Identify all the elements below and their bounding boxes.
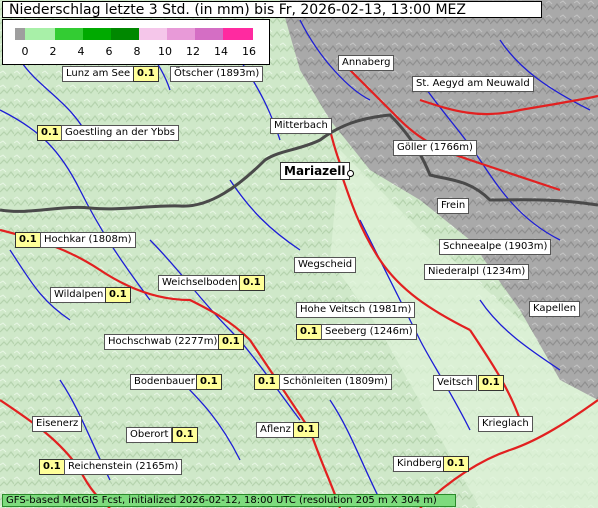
legend-tick: 0 (21, 45, 29, 58)
precip-value-seeberg: 0.1 (296, 324, 322, 340)
map-title: Niederschlag letzte 3 Std. (in mm) bis F… (2, 1, 542, 18)
place-label-st-aegyd: St. Aegyd am Neuwald (412, 76, 534, 92)
place-label-weichselboden: Weichselboden (158, 275, 242, 291)
precip-value-aflenz: 0.1 (293, 422, 319, 438)
precip-value-goestling: 0.1 (37, 125, 63, 141)
legend-tick: 4 (77, 45, 85, 58)
place-label-hochkar: Hochkar (1808m) (40, 232, 136, 248)
place-label-veitsch: Veitsch (433, 375, 477, 391)
place-label-hohe-veitsch: Hohe Veitsch (1981m) (296, 302, 416, 318)
place-label-seeberg: Seeberg (1246m) (321, 324, 417, 340)
precip-value-schoenleiten: 0.1 (254, 374, 280, 390)
place-label-kindberg: Kindberg (393, 456, 446, 472)
precip-value-hochschwab: 0.1 (218, 334, 244, 350)
place-label-reichenstein: Reichenstein (2165m) (64, 459, 183, 475)
precip-value-veitsch: 0.1 (478, 375, 504, 391)
place-label-bodenbauer: Bodenbauer (130, 374, 199, 390)
place-label-oberort: Oberort (126, 427, 173, 443)
place-label-aflenz: Aflenz (256, 422, 295, 438)
legend-color-bar (15, 28, 253, 40)
precip-value-weichselboden: 0.1 (239, 275, 265, 291)
place-label-schneealpe: Schneealpe (1903m) (439, 239, 552, 255)
legend-tick: 10 (158, 45, 172, 58)
town-marker-mariazell (347, 170, 354, 177)
forecast-footer: GFS-based MetGIS Fcst, initialized 2026-… (2, 494, 456, 507)
place-label-wildalpen: Wildalpen (50, 287, 108, 303)
place-label-frein: Frein (437, 198, 470, 214)
place-label-mitterbach: Mitterbach (270, 118, 332, 134)
legend-swatch-10-12 (167, 28, 195, 40)
precipitation-legend: 0 2 4 6 8 10 12 14 16 (2, 19, 270, 65)
place-label-schoenleiten: Schönleiten (1809m) (279, 374, 392, 390)
place-label-hochschwab: Hochschwab (2277m) (104, 334, 222, 350)
place-label-lunz: Lunz am See (62, 66, 135, 82)
place-label-wegscheid: Wegscheid (294, 257, 357, 273)
legend-swatch-none (15, 28, 25, 40)
place-label-goestling: Goestling an der Ybbs (61, 125, 180, 141)
place-label-eisenerz: Eisenerz (32, 416, 83, 432)
legend-tick: 16 (242, 45, 256, 58)
legend-swatch-4-6 (83, 28, 111, 40)
legend-swatch-2-4 (55, 28, 83, 40)
precip-value-hochkar: 0.1 (15, 232, 41, 248)
legend-tick: 8 (133, 45, 141, 58)
place-label-kapellen: Kapellen (529, 301, 581, 317)
legend-ticks: 0 2 4 6 8 10 12 14 16 (3, 45, 271, 59)
precip-value-bodenbauer: 0.1 (196, 374, 222, 390)
place-label-krieglach: Krieglach (478, 416, 533, 432)
legend-tick: 2 (49, 45, 57, 58)
precip-value-lunz: 0.1 (133, 66, 159, 82)
precip-value-kindberg: 0.1 (443, 456, 469, 472)
place-label-goeller: Göller (1766m) (393, 140, 477, 156)
place-label-oetscher: Ötscher (1893m) (170, 66, 264, 82)
legend-tick: 12 (186, 45, 200, 58)
place-label-mariazell: Mariazell (280, 162, 350, 180)
legend-swatch-14-16 (223, 28, 253, 40)
place-label-annaberg: Annaberg (338, 55, 395, 71)
precip-value-wildalpen: 0.1 (105, 287, 131, 303)
legend-swatch-0-2 (25, 28, 55, 40)
precip-value-oberort: 0.1 (172, 427, 198, 443)
place-label-niederalpl: Niederalpl (1234m) (424, 264, 530, 280)
precip-value-reichenstein: 0.1 (39, 459, 65, 475)
legend-swatch-8-10 (139, 28, 167, 40)
precipitation-map: Niederschlag letzte 3 Std. (in mm) bis F… (0, 0, 598, 508)
legend-swatch-12-14 (195, 28, 223, 40)
legend-tick: 14 (214, 45, 228, 58)
legend-tick: 6 (105, 45, 113, 58)
legend-swatch-6-8 (111, 28, 139, 40)
